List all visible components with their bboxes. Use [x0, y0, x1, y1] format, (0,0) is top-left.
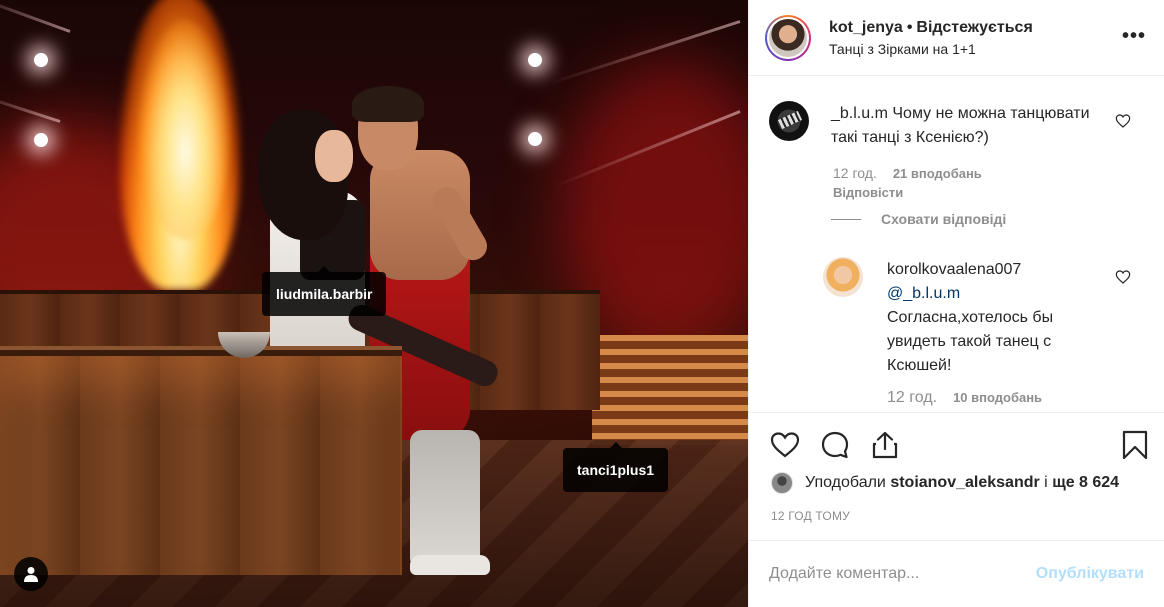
- light-beam: [0, 92, 61, 123]
- author-username[interactable]: kot_jenya: [829, 19, 903, 36]
- reply-time[interactable]: 12 год.: [887, 389, 937, 406]
- liker-avatar[interactable]: [771, 472, 793, 494]
- reply-mention[interactable]: @_b.l.u.m: [887, 282, 1107, 306]
- reply-likes[interactable]: 10 вподобань: [953, 390, 1042, 405]
- user-tag-tanci1plus1[interactable]: tanci1plus1: [563, 442, 669, 492]
- reply-meta: 12 год. 10 вподобань: [887, 389, 1042, 407]
- post-actions-bar: [749, 412, 1164, 472]
- stage-light: [34, 133, 48, 147]
- user-tag-liudmila[interactable]: liudmila.barbir: [262, 266, 387, 316]
- reply-avatar[interactable]: [823, 257, 863, 297]
- follow-status[interactable]: Відстежується: [916, 19, 1032, 36]
- author-info: kot_jenya • Відстежується Танці з Зірками …: [829, 19, 1033, 57]
- comment-bubble-icon[interactable]: [819, 429, 851, 461]
- post-photo[interactable]: liudmila.barbir tanci1plus1: [0, 0, 748, 607]
- author-avatar[interactable]: [765, 14, 811, 61]
- dancer-legs: [410, 430, 480, 570]
- more-options-button[interactable]: •••: [1122, 26, 1146, 46]
- publish-button[interactable]: Опублікувати: [1036, 565, 1144, 583]
- post-header: kot_jenya • Відстежується Танці з Зірками …: [749, 0, 1164, 76]
- dancer-shoe: [410, 555, 490, 575]
- comment-time[interactable]: 12 год.: [833, 165, 877, 181]
- hide-replies-button[interactable]: Сховати відповіді: [831, 211, 1006, 227]
- comment-username[interactable]: _b.l.u.m: [831, 105, 888, 122]
- hide-replies-label: Сховати відповіді: [881, 211, 1007, 227]
- post-side-panel: kot_jenya • Відстежується Танці з Зірками …: [748, 0, 1164, 607]
- tagged-users-button[interactable]: [14, 557, 48, 591]
- kitchen-counter-front: [0, 350, 402, 575]
- reply-like-heart-icon[interactable]: [1115, 269, 1131, 285]
- divider-line: [831, 218, 861, 220]
- dancer-man-hair: [352, 86, 424, 122]
- liker-username[interactable]: stoianov_aleksandr: [890, 474, 1039, 492]
- comment-meta: 12 год. 21 вподобань: [833, 165, 982, 181]
- stage-light: [528, 53, 542, 67]
- like-heart-icon[interactable]: [769, 429, 801, 461]
- share-icon[interactable]: [869, 429, 901, 461]
- author-avatar-image: [767, 16, 809, 59]
- comment-body: _b.l.u.m Чому не можна танцювати такі та…: [831, 102, 1111, 150]
- likes-connector: і: [1044, 474, 1048, 491]
- comment-likes[interactable]: 21 вподобань: [893, 166, 982, 181]
- comment-input[interactable]: [769, 565, 1036, 583]
- stage-stairs: [592, 335, 748, 445]
- reply-button[interactable]: Відповісти: [833, 185, 903, 200]
- fire-flame: [140, 20, 230, 240]
- comments-list[interactable]: _b.l.u.m Чому не можна танцювати такі та…: [749, 77, 1164, 412]
- separator-dot: •: [906, 18, 913, 36]
- bookmark-icon[interactable]: [1119, 429, 1151, 461]
- dancer-woman-face: [315, 130, 353, 182]
- light-beam: [0, 0, 71, 33]
- likes-count[interactable]: ще 8 624: [1052, 474, 1119, 492]
- reply-username[interactable]: korolkovaalena007: [887, 258, 1107, 282]
- comment-like-heart-icon[interactable]: [1115, 113, 1131, 129]
- reply-body: korolkovaalena007 @_b.l.u.m Согласна,хот…: [887, 258, 1107, 378]
- add-comment-bar: Опублікувати: [749, 540, 1164, 607]
- user-icon: [24, 567, 38, 582]
- post-timestamp[interactable]: 12 ГОД ТОМУ: [771, 509, 850, 523]
- author-line: kot_jenya • Відстежується: [829, 19, 1033, 37]
- post-location[interactable]: Танці з Зірками на 1+1: [829, 41, 1033, 57]
- stage-light: [34, 53, 48, 67]
- likes-summary: Уподобали stoianov_aleksandr і ще 8 624: [771, 472, 1119, 494]
- likes-prefix: Уподобали: [805, 474, 886, 491]
- stage-light: [528, 132, 542, 146]
- commenter-avatar[interactable]: [769, 101, 809, 141]
- reply-text: Согласна,хотелось бы увидеть такой танец…: [887, 309, 1054, 374]
